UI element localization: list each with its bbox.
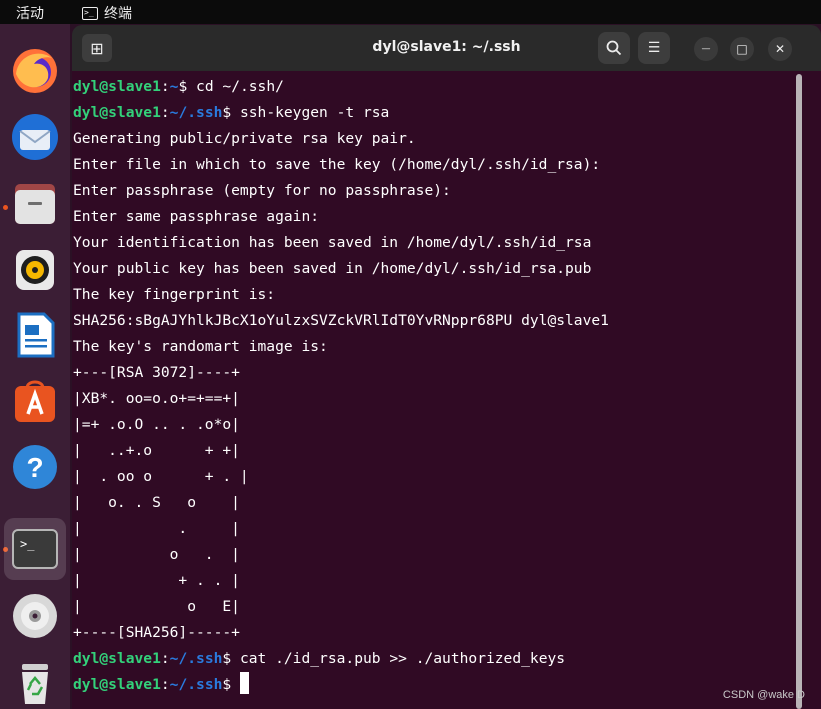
prompt-user: dyl@slave1 xyxy=(73,676,161,693)
search-button[interactable] xyxy=(598,32,630,64)
hamburger-menu-icon: ☰ xyxy=(647,40,661,56)
scrollbar[interactable] xyxy=(796,74,802,709)
firefox-icon xyxy=(13,49,57,93)
terminal-small-icon: >_ xyxy=(82,6,98,20)
minimize-button[interactable]: — xyxy=(694,37,718,61)
prompt-line: dyl@slave1:~/.ssh$ cat ./id_rsa.pub >> .… xyxy=(73,650,566,667)
dock: ? >_ xyxy=(0,24,70,709)
output-line: | . oo o + . | xyxy=(73,468,249,485)
output-line: |=+ .o.O .. . .o*o| xyxy=(73,416,240,433)
dock-item-disc[interactable] xyxy=(8,589,62,643)
output-line: |XB*. oo=o.o+=+==+| xyxy=(73,390,240,407)
minimize-icon: — xyxy=(701,44,711,54)
dock-item-files[interactable] xyxy=(8,176,62,230)
close-button[interactable]: ✕ xyxy=(768,37,792,61)
watermark: CSDN @wake D xyxy=(722,689,805,701)
output-line: +---[RSA 3072]----+ xyxy=(73,364,240,381)
command-text: cd ~/.ssh/ xyxy=(196,78,284,95)
dock-item-help[interactable]: ? xyxy=(8,440,62,494)
output-line: Enter file in which to save the key (/ho… xyxy=(73,156,601,173)
app-center-icon xyxy=(15,380,55,422)
output-line: Enter passphrase (empty for no passphras… xyxy=(73,182,451,199)
output-line: | ..+.o + +| xyxy=(73,442,240,459)
help-glyph: ? xyxy=(26,452,43,483)
help-icon: ? xyxy=(13,445,57,489)
prompt-user: dyl@slave1 xyxy=(73,650,161,667)
prompt-user: dyl@slave1 xyxy=(73,104,161,121)
terminal-icon: >_ xyxy=(12,529,58,569)
dock-item-thunderbird[interactable] xyxy=(8,110,62,164)
dock-item-writer[interactable] xyxy=(8,308,62,362)
prompt-path: ~/.ssh xyxy=(169,650,223,667)
close-icon: ✕ xyxy=(774,42,786,56)
title-bar[interactable]: ⊞ dyl@slave1: ~/.ssh ☰ — □ ✕ xyxy=(72,25,821,71)
prompt-line: dyl@slave1:~$ cd ~/.ssh/ xyxy=(73,78,284,95)
output-line: Generating public/private rsa key pair. xyxy=(73,130,416,147)
output-line: | + . . | xyxy=(73,572,240,589)
output-line: +----[SHA256]-----+ xyxy=(73,624,240,641)
maximize-icon: □ xyxy=(736,42,748,56)
output-line: | o E| xyxy=(73,598,240,615)
top-bar: 活动 >_ 终端 xyxy=(0,0,821,24)
dock-item-rhythmbox[interactable] xyxy=(8,242,62,296)
prompt-path: ~ xyxy=(169,78,179,95)
output-line: The key fingerprint is: xyxy=(73,286,276,303)
text-cursor xyxy=(239,672,249,694)
search-icon xyxy=(606,40,622,56)
rhythmbox-icon xyxy=(16,250,54,290)
dock-item-terminal[interactable]: >_ xyxy=(4,518,66,580)
prompt-path: ~/.ssh xyxy=(169,104,223,121)
output-line: | o . | xyxy=(73,546,240,563)
maximize-button[interactable]: □ xyxy=(730,37,754,61)
libreoffice-writer-icon xyxy=(17,312,55,358)
app-menu[interactable]: >_ 终端 xyxy=(82,3,132,23)
thunderbird-icon xyxy=(12,114,58,160)
output-line: Enter same passphrase again: xyxy=(73,208,320,225)
command-text: cat ./id_rsa.pub >> ./authorized_keys xyxy=(239,650,566,667)
terminal-window: ⊞ dyl@slave1: ~/.ssh ☰ — □ ✕ dyl@slave1:… xyxy=(72,25,821,709)
activities-button[interactable]: 活动 xyxy=(16,3,44,23)
prompt-path: ~/.ssh xyxy=(169,676,223,693)
trash-icon xyxy=(22,664,48,704)
dock-item-firefox[interactable] xyxy=(8,44,62,98)
output-line: | . | xyxy=(73,520,240,537)
terminal-glyph: >_ xyxy=(20,537,35,551)
menu-button[interactable]: ☰ xyxy=(638,32,670,64)
dock-item-app-center[interactable] xyxy=(8,374,62,428)
disc-icon xyxy=(13,594,57,638)
files-icon xyxy=(15,184,55,224)
prompt-line: dyl@slave1:~/.ssh$ xyxy=(73,672,803,698)
app-menu-label: 终端 xyxy=(104,6,132,22)
output-line: The key's randomart image is: xyxy=(73,338,328,355)
dock-item-trash[interactable] xyxy=(8,654,62,708)
prompt-user: dyl@slave1 xyxy=(73,78,161,95)
output-line: Your identification has been saved in /h… xyxy=(73,234,592,251)
terminal-output[interactable]: dyl@slave1:~$ cd ~/.ssh/dyl@slave1:~/.ss… xyxy=(73,74,803,698)
output-line: | o. . S o | xyxy=(73,494,240,511)
output-line: Your public key has been saved in /home/… xyxy=(73,260,592,277)
prompt-line: dyl@slave1:~/.ssh$ ssh-keygen -t rsa xyxy=(73,104,390,121)
output-line: SHA256:sBgAJYhlkJBcX1oYulzxSVZckVRlIdT0Y… xyxy=(73,312,609,329)
command-text: ssh-keygen -t rsa xyxy=(239,104,390,121)
